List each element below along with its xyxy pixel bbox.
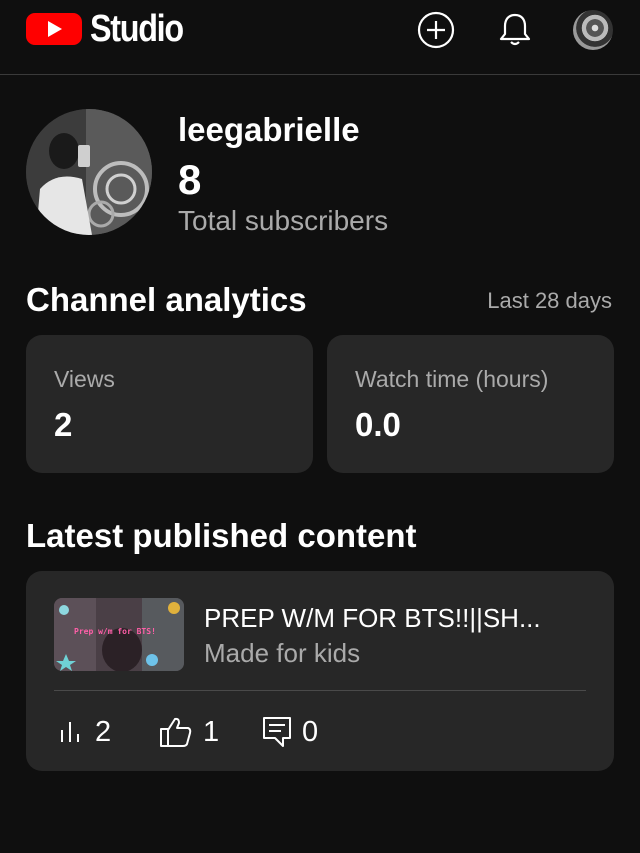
channel-avatar[interactable] (26, 109, 152, 235)
account-avatar[interactable] (573, 10, 613, 50)
comments-count: 0 (302, 716, 319, 748)
watch-time-label: Watch time (hours) (355, 366, 549, 392)
thumbnail-image-icon: Prep w/m for BTS! (54, 598, 184, 671)
youtube-logo-icon (26, 13, 82, 45)
video-thumbnail[interactable]: Prep w/m for BTS! (54, 598, 184, 671)
audience-label: Made for kids (204, 638, 361, 668)
profile-photo-icon (26, 109, 152, 235)
watch-time-value: 0.0 (355, 406, 401, 443)
comment-icon (263, 717, 291, 747)
create-button[interactable] (416, 10, 456, 50)
video-title[interactable]: PREP W/M FOR BTS!!||SH... (204, 602, 541, 634)
likes-count: 1 (203, 716, 220, 748)
channel-name: leegabrielle (178, 111, 360, 148)
card-divider (54, 690, 586, 691)
plus-circle-icon (417, 11, 455, 49)
views-label: Views (54, 366, 115, 392)
likes-stat: 1 (159, 714, 219, 750)
thumbs-up-icon (160, 717, 192, 747)
views-count: 2 (95, 716, 112, 748)
views-card[interactable]: Views 2 (26, 335, 313, 473)
watch-time-card[interactable]: Watch time (hours) 0.0 (327, 335, 614, 473)
subscriber-label: Total subscribers (178, 205, 389, 236)
subscriber-count: 8 (178, 156, 202, 203)
top-app-bar: Studio (0, 0, 640, 75)
latest-content-heading: Latest published content (26, 517, 417, 554)
views-stat: 2 (59, 714, 111, 750)
latest-video-card[interactable]: Prep w/m for BTS! PREP W/M FOR BTS!!||SH… (26, 571, 614, 771)
bar-chart-icon (61, 722, 79, 742)
views-value: 2 (54, 406, 73, 443)
svg-text:Prep w/m for BTS!: Prep w/m for BTS! (74, 627, 156, 636)
channel-analytics-heading: Channel analytics (26, 281, 307, 318)
analytics-period: Last 28 days (487, 288, 612, 313)
comments-stat: 0 (262, 714, 318, 750)
bell-icon (499, 13, 531, 46)
studio-logo[interactable]: Studio (26, 8, 199, 50)
app-name: Studio (90, 8, 184, 50)
notifications-button[interactable] (495, 10, 535, 50)
